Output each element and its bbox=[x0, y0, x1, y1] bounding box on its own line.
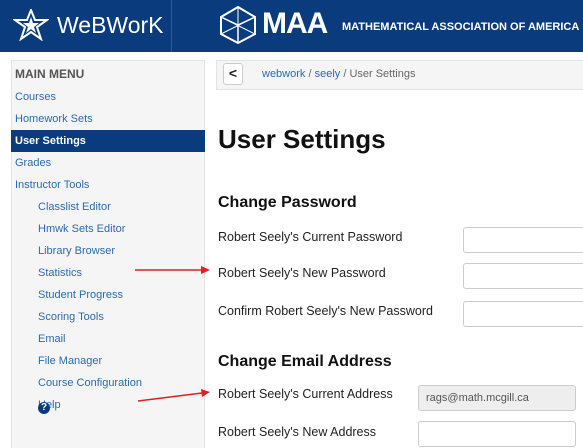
current-password-label: Robert Seely's Current Password bbox=[218, 230, 403, 244]
sidebar-item-instructor-tools[interactable]: Instructor Tools bbox=[11, 174, 205, 196]
breadcrumb-separator: / bbox=[305, 68, 315, 80]
current-password-input[interactable] bbox=[463, 227, 583, 253]
breadcrumb-current: User Settings bbox=[349, 68, 416, 80]
change-email-heading: Change Email Address bbox=[218, 353, 392, 370]
page-title: User Settings bbox=[218, 124, 386, 154]
breadcrumb-link-seely[interactable]: seely bbox=[315, 68, 341, 80]
sidebar-item-homework-sets[interactable]: Homework Sets bbox=[11, 108, 205, 130]
help-question-icon[interactable]: ? bbox=[38, 402, 50, 414]
maa-full-name: MATHEMATICAL ASSOCIATION OF AMERICA bbox=[342, 21, 580, 33]
current-address-field bbox=[418, 385, 576, 411]
sidebar-item-courses[interactable]: Courses bbox=[11, 86, 205, 108]
banner-divider bbox=[171, 0, 172, 52]
sidebar-item-scoring-tools[interactable]: Scoring Tools bbox=[11, 306, 205, 328]
sidebar-item-statistics[interactable]: Statistics bbox=[11, 262, 205, 284]
sidebar-item-email[interactable]: Email bbox=[11, 328, 205, 350]
webwork-star-logo-icon bbox=[13, 9, 49, 41]
breadcrumb-link-webwork[interactable]: webwork bbox=[262, 68, 305, 80]
breadcrumb: webwork / seely / User Settings bbox=[262, 66, 415, 82]
new-password-label: Robert Seely's New Password bbox=[218, 266, 386, 280]
sidebar-item-library-browser[interactable]: Library Browser bbox=[11, 240, 205, 262]
sidebar-item-grades[interactable]: Grades bbox=[11, 152, 205, 174]
sidebar-item-course-configuration[interactable]: Course Configuration bbox=[11, 372, 205, 394]
sidebar-item-file-manager[interactable]: File Manager bbox=[11, 350, 205, 372]
top-banner: WeBWorK MAA MATHEMATICAL ASSOCIATION OF … bbox=[0, 0, 583, 52]
sidebar-item-hmwk-sets-editor[interactable]: Hmwk Sets Editor bbox=[11, 218, 205, 240]
sidebar-item-user-settings[interactable]: User Settings bbox=[11, 130, 205, 152]
new-address-label: Robert Seely's New Address bbox=[218, 425, 377, 439]
maa-logo-icon bbox=[220, 5, 256, 45]
confirm-password-input[interactable] bbox=[463, 301, 583, 327]
sidebar-item-student-progress[interactable]: Student Progress bbox=[11, 284, 205, 306]
change-password-heading: Change Password bbox=[218, 194, 357, 211]
maa-wordmark: MAA bbox=[262, 7, 328, 40]
current-address-label: Robert Seely's Current Address bbox=[218, 387, 393, 401]
sidebar-item-classlist-editor[interactable]: Classlist Editor bbox=[11, 196, 205, 218]
new-password-input[interactable] bbox=[463, 263, 583, 289]
main-menu-heading: MAIN MENU bbox=[15, 67, 85, 81]
brand-name: WeBWorK bbox=[57, 12, 164, 38]
new-address-input[interactable] bbox=[418, 421, 576, 447]
back-button[interactable]: < bbox=[223, 63, 243, 85]
confirm-password-label: Confirm Robert Seely's New Password bbox=[218, 304, 433, 318]
webwork-brand[interactable]: WeBWorK bbox=[0, 0, 171, 52]
